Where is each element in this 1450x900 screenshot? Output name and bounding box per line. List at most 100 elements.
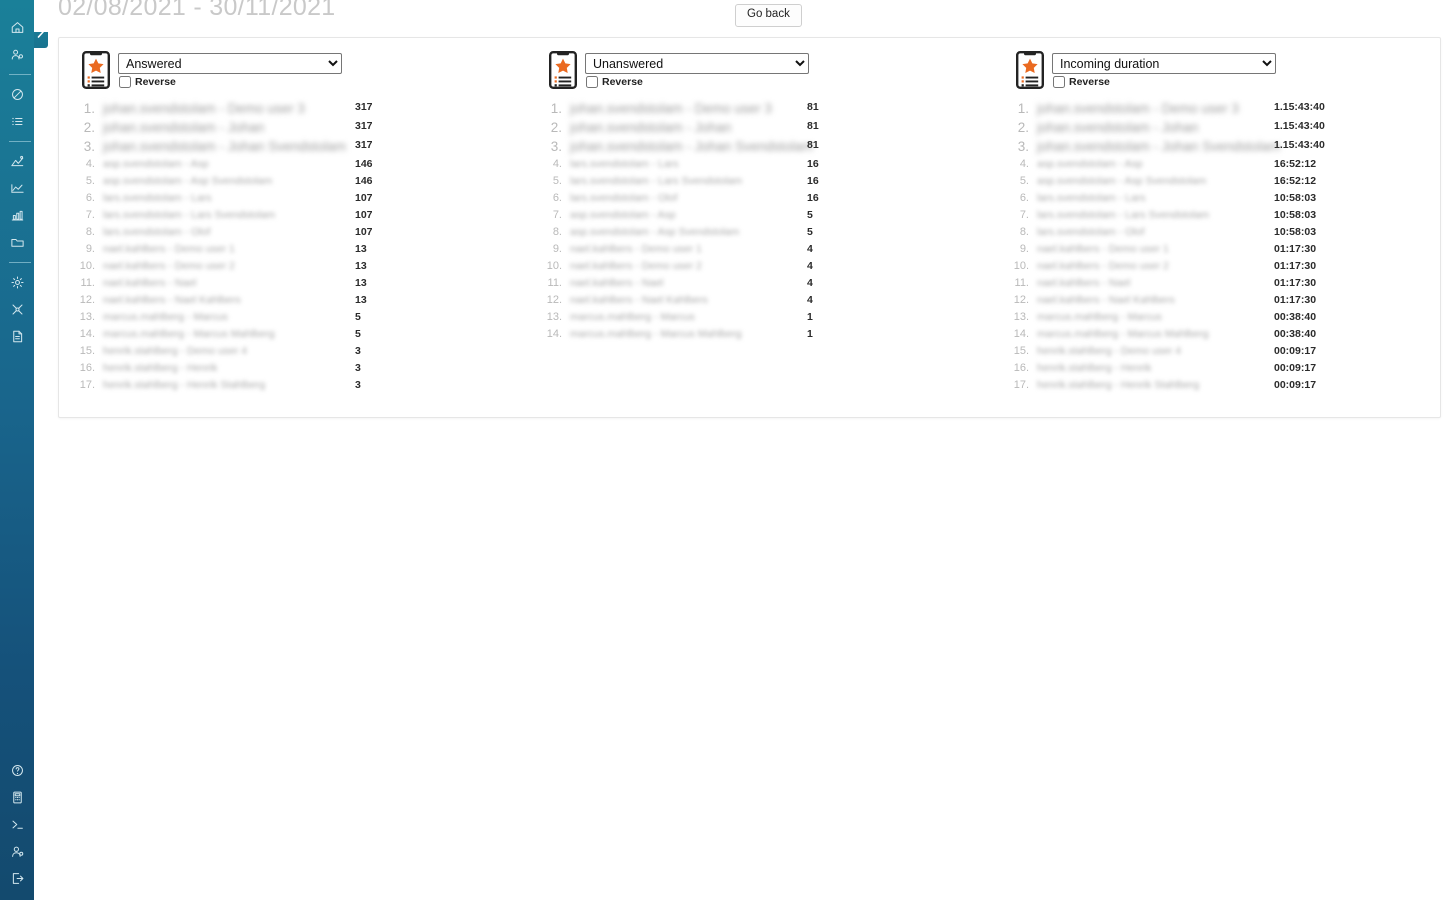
metric-select-2[interactable]: AnsweredUnansweredIncoming duration (1052, 53, 1276, 74)
list-item[interactable]: 13. marcus.mahlberg - Marcus (59, 311, 526, 328)
list-item[interactable]: 5. lars.svendstolam - Lars Svendstolam (526, 175, 993, 192)
list-item[interactable]: 9. nael.kahlbers - Demo user 1 (993, 243, 1440, 260)
sidebar (0, 0, 34, 900)
go-back-button[interactable]: Go back (735, 4, 802, 27)
top-list-card: AnsweredUnansweredIncoming duration Rever… (58, 37, 1441, 418)
metric-value: 13 (355, 243, 367, 255)
rank-number: 6. (552, 192, 562, 204)
sidebar-item-account[interactable] (0, 838, 34, 865)
rank-number: 17. (1013, 379, 1029, 391)
list-item[interactable]: 12. nael.kahlbers - Nael Kahlbers (993, 294, 1440, 311)
metric-value: 00:09:17 (1274, 362, 1317, 374)
sidebar-item-logout[interactable] (0, 865, 34, 892)
metric-select-wrap: AnsweredUnansweredIncoming duration (585, 53, 809, 74)
column-header: AnsweredUnansweredIncoming duration Rever… (526, 50, 993, 96)
list-item[interactable]: 7. asp.svendstolam - Asp (526, 209, 993, 226)
list-item[interactable]: 14. marcus.mahlberg - Marcus Mahlberg (526, 328, 993, 345)
list-item[interactable]: 4. lars.svendstolam - Lars (526, 158, 993, 175)
metric-value: 3 (355, 345, 361, 357)
list-item[interactable]: 7. lars.svendstolam - Lars Svendstolam (993, 209, 1440, 226)
list-item[interactable]: 9. nael.kahlbers - Demo user 1 (59, 243, 526, 260)
metric-value: 13 (355, 294, 367, 306)
sidebar-item-trends[interactable] (0, 175, 34, 202)
list-item[interactable]: 1. johan.svendstolam - Demo user 3 (526, 101, 993, 120)
rank-number: 3. (550, 139, 562, 154)
metric-select-0[interactable]: AnsweredUnansweredIncoming duration (118, 53, 342, 74)
list-item[interactable]: 14. marcus.mahlberg - Marcus Mahlberg (59, 328, 526, 345)
list-item[interactable]: 16. henrik.stahlberg - Henrik (993, 362, 1440, 379)
entity-name: lars.svendstolam - Lars (1037, 192, 1146, 204)
list-item[interactable]: 3. johan.svendstolam - Johan Svendstolam (526, 139, 993, 158)
list-item[interactable]: 5. asp.svendstolam - Asp Svendstolam (993, 175, 1440, 192)
list-item[interactable]: 6. lars.svendstolam - Lars (59, 192, 526, 209)
document-icon (12, 330, 22, 343)
entity-name: asp.svendstolam - Asp Svendstolam (570, 226, 740, 238)
list-item[interactable]: 7. lars.svendstolam - Lars Svendstolam (59, 209, 526, 226)
list-item[interactable]: 12. nael.kahlbers - Nael Kahlbers (59, 294, 526, 311)
entity-name: nael.kahlbers - Nael (103, 277, 197, 289)
list-item[interactable]: 17. henrik.stahlberg - Henrik Stahlberg (993, 379, 1440, 396)
list-item[interactable]: 15. henrik.stahlberg - Demo user 4 (993, 345, 1440, 362)
list-item[interactable]: 6. lars.svendstolam - Lars (993, 192, 1440, 209)
list-item[interactable]: 11. nael.kahlbers - Nael (993, 277, 1440, 294)
list-item[interactable]: 3. johan.svendstolam - Johan Svendstolam (59, 139, 526, 158)
sidebar-item-integrations[interactable] (0, 296, 34, 323)
sidebar-item-list[interactable] (0, 108, 34, 135)
rank-number: 2. (83, 120, 95, 135)
list-item[interactable]: 4. asp.svendstolam - Asp (59, 158, 526, 175)
list-item[interactable]: 4. asp.svendstolam - Asp (993, 158, 1440, 175)
sidebar-item-settings[interactable] (0, 269, 34, 296)
reverse-checkbox-1[interactable] (586, 76, 598, 88)
sidebar-item-console[interactable] (0, 811, 34, 838)
metric-value: 146 (355, 175, 373, 187)
list-item[interactable]: 8. asp.svendstolam - Asp Svendstolam (526, 226, 993, 243)
list-item[interactable]: 1. johan.svendstolam - Demo user 3 (993, 101, 1440, 120)
list-item[interactable]: 16. henrik.stahlberg - Henrik (59, 362, 526, 379)
metric-value: 1 (807, 311, 813, 323)
list-item[interactable]: 6. lars.svendstolam - Olof (526, 192, 993, 209)
clipboard-star-icon-wrap (82, 51, 111, 89)
list-item[interactable]: 3. johan.svendstolam - Johan Svendstolam (993, 139, 1440, 158)
list-item[interactable]: 15. henrik.stahlberg - Demo user 4 (59, 345, 526, 362)
list-item[interactable]: 5. asp.svendstolam - Asp Svendstolam (59, 175, 526, 192)
list-item[interactable]: 11. nael.kahlbers - Nael (59, 277, 526, 294)
list-item[interactable]: 1. johan.svendstolam - Demo user 3 (59, 101, 526, 120)
sidebar-item-documents[interactable] (0, 323, 34, 350)
sidebar-item-reports[interactable] (0, 202, 34, 229)
sidebar-item-help[interactable] (0, 757, 34, 784)
sidebar-item-calculator[interactable] (0, 784, 34, 811)
list-item[interactable]: 2. johan.svendstolam - Johan (59, 120, 526, 139)
list-item[interactable]: 13. marcus.mahlberg - Marcus (993, 311, 1440, 328)
rank-number: 4. (85, 158, 95, 170)
reverse-checkbox-0[interactable] (119, 76, 131, 88)
list-item[interactable]: 2. johan.svendstolam - Johan (526, 120, 993, 139)
entity-name: nael.kahlbers - Nael Kahlbers (1037, 294, 1175, 306)
entity-name: henrik.stahlberg - Henrik Stahlberg (1037, 379, 1200, 391)
reverse-checkbox-2[interactable] (1053, 76, 1065, 88)
sidebar-item-home[interactable] (0, 14, 34, 41)
line-chart-icon (10, 184, 24, 193)
calculator-icon (12, 791, 22, 804)
list-item[interactable]: 10. nael.kahlbers - Demo user 2 (526, 260, 993, 277)
list-item[interactable]: 2. johan.svendstolam - Johan (993, 120, 1440, 139)
rank-number: 9. (552, 243, 562, 255)
entity-name: marcus.mahlberg - Marcus (1037, 311, 1162, 323)
list-item[interactable]: 8. lars.svendstolam - Olof (59, 226, 526, 243)
sidebar-item-users[interactable] (0, 41, 34, 68)
entity-name: marcus.mahlberg - Marcus Mahlberg (1037, 328, 1209, 340)
sidebar-item-blocked[interactable] (0, 81, 34, 108)
list-item[interactable]: 8. lars.svendstolam - Olof (993, 226, 1440, 243)
list-item[interactable]: 10. nael.kahlbers - Demo user 2 (59, 260, 526, 277)
list-item[interactable]: 11. nael.kahlbers - Nael (526, 277, 993, 294)
sidebar-item-statistics[interactable] (0, 148, 34, 175)
metric-select-1[interactable]: AnsweredUnansweredIncoming duration (585, 53, 809, 74)
list-item[interactable]: 17. henrik.stahlberg - Henrik Stahlberg (59, 379, 526, 396)
entity-name: henrik.stahlberg - Henrik (1037, 362, 1152, 374)
list-item[interactable]: 10. nael.kahlbers - Demo user 2 (993, 260, 1440, 277)
list-item[interactable]: 14. marcus.mahlberg - Marcus Mahlberg (993, 328, 1440, 345)
list-item[interactable]: 12. nael.kahlbers - Nael Kahlbers (526, 294, 993, 311)
list-item[interactable]: 13. marcus.mahlberg - Marcus (526, 311, 993, 328)
metric-value: 5 (355, 311, 361, 323)
list-item[interactable]: 9. nael.kahlbers - Demo user 1 (526, 243, 993, 260)
sidebar-item-folders[interactable] (0, 229, 34, 256)
